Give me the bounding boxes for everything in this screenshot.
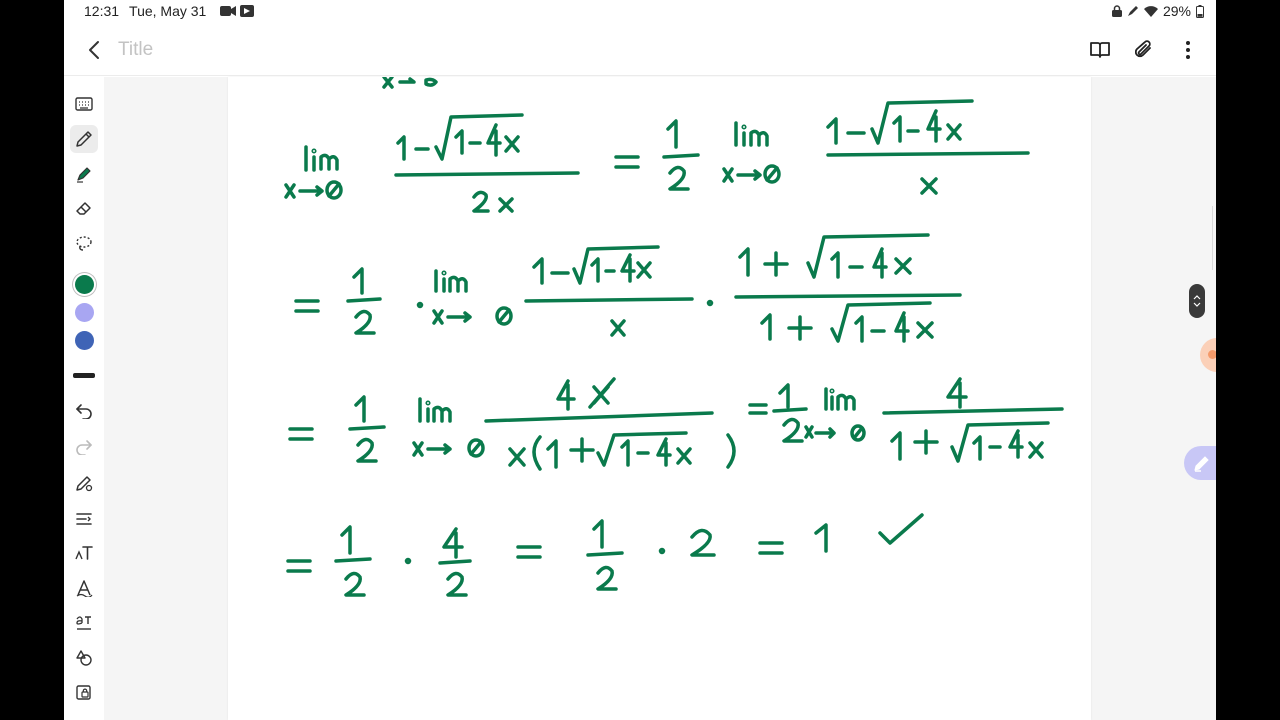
battery-icon xyxy=(1196,4,1204,18)
thickness-bar xyxy=(73,372,95,378)
image-lock-button[interactable] xyxy=(70,678,98,706)
pen-settings-icon xyxy=(76,476,93,492)
pen-icon xyxy=(76,131,92,147)
shapes-button[interactable] xyxy=(70,644,98,672)
status-bar: 12:31 Tue, May 31 29% xyxy=(64,0,1216,24)
pen-settings-button[interactable] xyxy=(70,469,98,497)
text-align-icon xyxy=(76,513,92,525)
pen-tool[interactable] xyxy=(70,125,98,153)
more-vertical-icon xyxy=(1186,41,1190,59)
color-blue-swatch[interactable] xyxy=(70,326,98,354)
image-lock-icon xyxy=(76,685,91,700)
page-scroll-thumb[interactable] xyxy=(1189,284,1205,318)
book-view-icon xyxy=(1090,42,1110,58)
pen-mode-icon xyxy=(1127,6,1138,16)
highlighter-tool[interactable] xyxy=(70,160,98,188)
text-format-button[interactable] xyxy=(70,539,98,567)
note-page[interactable] xyxy=(228,77,1091,720)
attach-icon xyxy=(1135,40,1151,58)
pen-floating-icon xyxy=(1194,456,1209,472)
lock-icon xyxy=(1111,5,1122,17)
app-bar-actions xyxy=(1086,36,1202,64)
color-lavender xyxy=(74,302,94,322)
keyboard-tool[interactable] xyxy=(70,90,98,118)
more-options-button[interactable] xyxy=(1174,36,1202,64)
handwriting-icon xyxy=(76,580,93,597)
note-title-input[interactable]: Title xyxy=(118,39,153,61)
scroll-arrows-icon xyxy=(1193,295,1201,307)
text-align-button[interactable] xyxy=(70,505,98,533)
back-arrow-icon xyxy=(89,41,99,59)
redo-button[interactable] xyxy=(70,433,98,461)
highlighter-icon xyxy=(77,167,91,183)
eraser-tool[interactable] xyxy=(70,194,98,222)
video-camera-icon xyxy=(220,6,237,16)
drawing-toolbar xyxy=(64,77,104,720)
color-green-swatch[interactable] xyxy=(70,270,98,298)
color-lavender-swatch[interactable] xyxy=(70,298,98,326)
color-green xyxy=(74,274,94,294)
wifi-icon xyxy=(1143,5,1158,17)
keyboard-icon xyxy=(75,97,93,111)
book-view-button[interactable] xyxy=(1086,36,1114,64)
shapes-icon xyxy=(76,650,92,666)
lasso-icon xyxy=(76,236,92,251)
status-right: 29% xyxy=(1111,3,1204,19)
status-app-icons xyxy=(220,5,255,17)
text-convert-icon xyxy=(76,616,91,630)
battery-percent: 29% xyxy=(1162,3,1191,19)
undo-icon xyxy=(76,404,92,419)
status-date: Tue, May 31 xyxy=(129,3,207,19)
edge-panel-indicator[interactable] xyxy=(1212,206,1216,270)
handwriting-button[interactable] xyxy=(70,574,98,602)
floating-pen-button[interactable] xyxy=(1184,446,1216,480)
text-convert-button[interactable] xyxy=(70,609,98,637)
redo-icon xyxy=(76,440,92,455)
handwriting-ink xyxy=(284,77,1064,597)
thickness-selector[interactable] xyxy=(70,361,98,389)
undo-button[interactable] xyxy=(70,397,98,425)
eraser-icon xyxy=(76,202,91,215)
app-bar: Title xyxy=(64,24,1216,76)
text-format-icon xyxy=(75,546,93,560)
status-time: 12:31 xyxy=(84,3,120,19)
lasso-tool[interactable] xyxy=(70,229,98,257)
status-left: 12:31 Tue, May 31 xyxy=(84,3,255,19)
device-screen: 12:31 Tue, May 31 29% Title xyxy=(64,0,1216,720)
media-icon xyxy=(240,5,255,17)
attach-button[interactable] xyxy=(1130,36,1158,64)
back-button[interactable] xyxy=(80,36,108,64)
color-blue xyxy=(74,330,94,350)
